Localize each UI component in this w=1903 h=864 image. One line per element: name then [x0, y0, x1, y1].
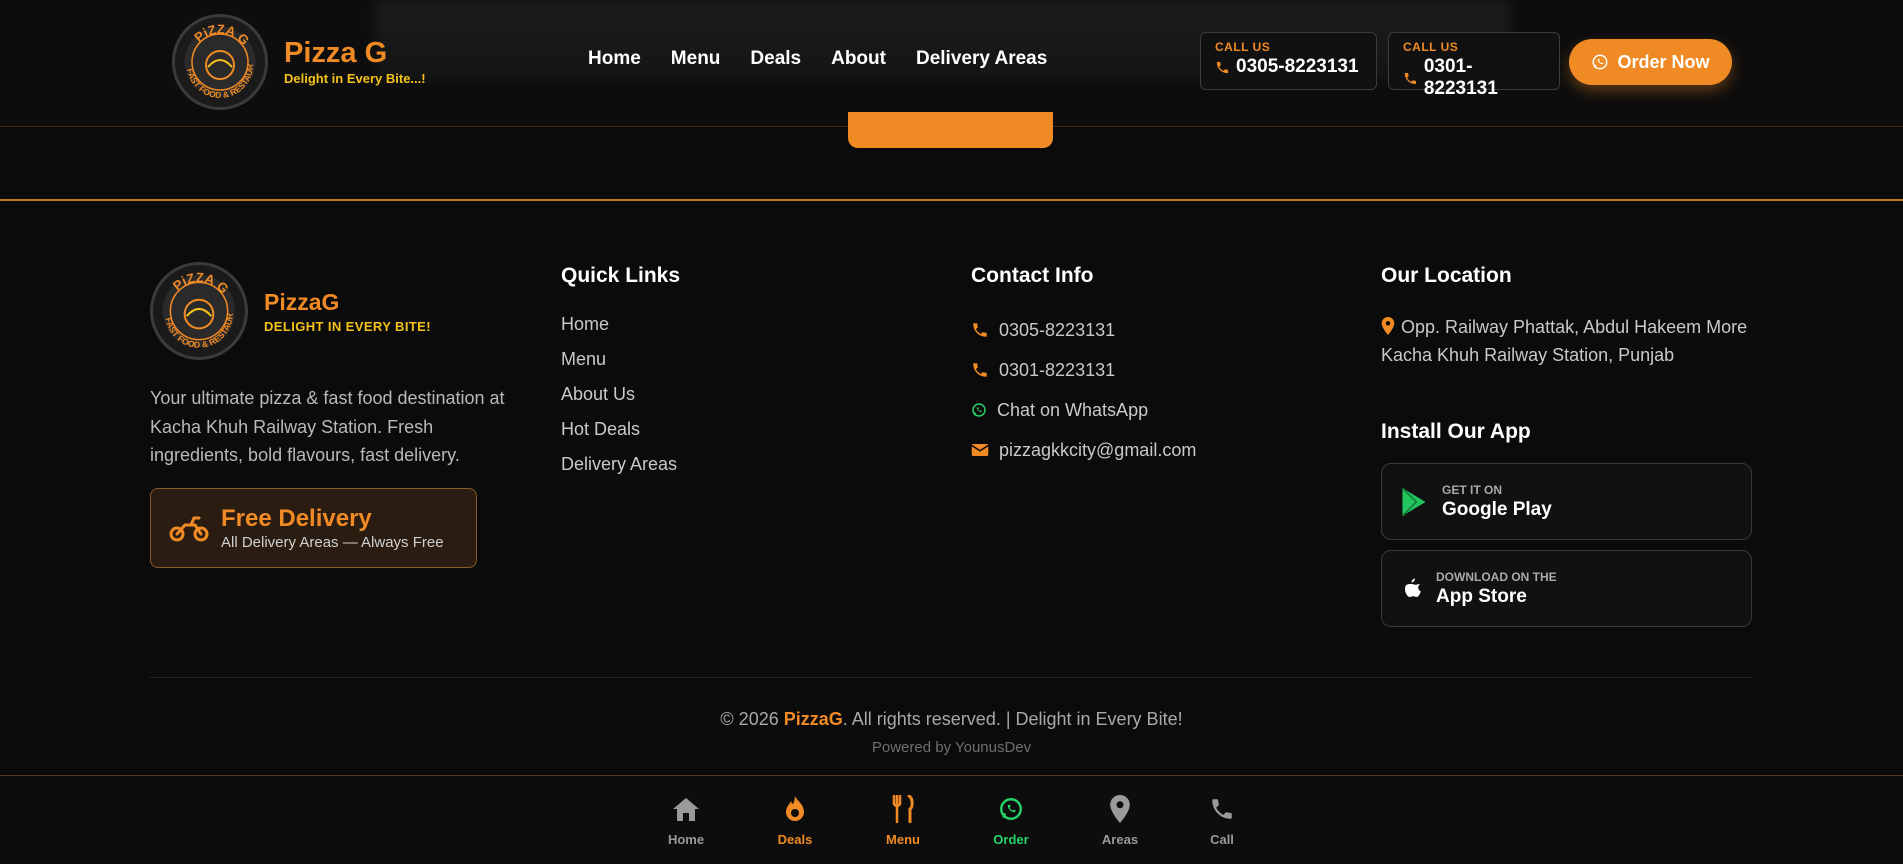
free-delivery-card: Free Delivery All Delivery Areas — Alway… — [150, 488, 477, 568]
copyright-prefix: © 2026 — [720, 709, 784, 729]
map-pin-icon — [1381, 317, 1395, 335]
main-nav: Home Menu Deals About Delivery Areas — [588, 48, 1047, 70]
call-number: 0301-8223131 — [1423, 56, 1498, 99]
brand-tagline: Delight in Every Bite...! — [284, 70, 426, 86]
nav-about[interactable]: About — [831, 48, 886, 70]
phone-icon — [973, 363, 987, 377]
phone-icon — [1404, 72, 1416, 84]
free-delivery-subtitle: All Delivery Areas — Always Free — [221, 534, 444, 551]
whatsapp-icon — [972, 403, 986, 417]
call-number: 0305-8223131 — [1236, 56, 1359, 77]
google-play-icon — [1401, 487, 1426, 516]
contact-phone-1[interactable]: 0305-8223131 — [971, 310, 1196, 350]
motorcycle-icon — [169, 516, 209, 542]
bottom-nav-label: Order — [993, 832, 1029, 847]
svg-text:PiZZA G: PiZZA G — [170, 270, 232, 297]
link-hot-deals[interactable]: Hot Deals — [561, 415, 677, 450]
footer-brand-name: PizzaG — [264, 288, 340, 315]
call-button-1[interactable]: CALL US 0305-8223131 — [1200, 32, 1377, 90]
contact-whatsapp[interactable]: Chat on WhatsApp — [971, 390, 1196, 430]
bottom-nav: Home Deals Menu Order Areas Call — [0, 775, 1903, 864]
copyright: © 2026 PizzaG. All rights reserved. | De… — [0, 709, 1903, 730]
bottom-nav-label: Menu — [886, 832, 920, 847]
brand-name: Pizza G — [284, 37, 388, 70]
footer-top-border — [0, 199, 1903, 201]
copyright-brand: PizzaG — [783, 709, 843, 729]
bottom-nav-home[interactable]: Home — [646, 794, 726, 847]
home-icon — [673, 798, 699, 821]
footer-logo: FAST FOOD & RESTAURANT PiZZA G — [150, 262, 248, 360]
app-store-big: App Store — [1436, 585, 1527, 607]
bottom-nav-order[interactable]: Order — [971, 794, 1051, 847]
bottom-nav-call[interactable]: Call — [1182, 794, 1262, 847]
apple-icon — [1405, 578, 1421, 597]
free-delivery-title: Free Delivery — [221, 505, 372, 532]
contact-phone-2[interactable]: 0301-8223131 — [971, 350, 1196, 390]
logo-graphic: FAST FOOD & RESTAURANT PiZZA G — [153, 265, 235, 350]
powered-by[interactable]: Powered by YounusDev — [0, 739, 1903, 756]
contact-list: 0305-8223131 0301-8223131 Chat on WhatsA… — [971, 310, 1196, 470]
logo-top-text: PiZZA G — [191, 22, 252, 48]
phone-icon — [1212, 799, 1232, 819]
google-play-button[interactable]: GET IT ON Google Play — [1381, 463, 1752, 540]
logo-graphic: FAST FOOD & RESTAURANT PiZZA G — [175, 17, 255, 100]
call-label: CALL US — [1215, 40, 1271, 54]
app-store-small: DOWNLOAD ON THE — [1436, 569, 1557, 584]
phone-icon — [1216, 61, 1229, 73]
fire-icon — [786, 796, 804, 821]
our-location-title: Our Location — [1381, 264, 1512, 287]
bottom-nav-label: Areas — [1101, 832, 1139, 847]
location-address: Opp. Railway Phattak, Abdul Hakeem More … — [1381, 313, 1761, 369]
header-brand[interactable]: FAST FOOD & RESTAURANT PiZZA G Pizza G D… — [172, 14, 426, 110]
bottom-nav-label: Home — [667, 832, 705, 847]
link-about-us[interactable]: About Us — [561, 380, 677, 415]
site-header: FAST FOOD & RESTAURANT PiZZA G Pizza G D… — [0, 0, 1903, 127]
nav-delivery-areas[interactable]: Delivery Areas — [916, 48, 1047, 70]
contact-phone-2-text: 0301-8223131 — [999, 359, 1116, 380]
footer-brand: FAST FOOD & RESTAURANT PiZZA G PizzaG DE… — [150, 262, 431, 360]
bottom-nav-areas[interactable]: Areas — [1080, 794, 1160, 847]
contact-phone-1-text: 0305-8223131 — [999, 319, 1116, 340]
bottom-nav-label: Call — [1210, 832, 1234, 847]
call-button-2[interactable]: CALL US 0301-8223131 — [1388, 32, 1560, 99]
contact-whatsapp-text: Chat on WhatsApp — [997, 399, 1149, 420]
link-home[interactable]: Home — [561, 310, 677, 345]
utensils-icon — [892, 795, 914, 823]
whatsapp-icon — [1000, 798, 1022, 820]
map-pin-icon — [1110, 795, 1130, 823]
about-text: Your ultimate pizza & fast food destinat… — [150, 388, 505, 465]
contact-email-text: pizzagkkcity@gmail.com — [999, 439, 1197, 460]
nav-menu[interactable]: Menu — [671, 48, 721, 70]
whatsapp-icon — [1592, 54, 1608, 70]
install-app-title: Install Our App — [1381, 420, 1531, 443]
google-play-small: GET IT ON — [1442, 482, 1502, 497]
footer-brand-tagline: DELIGHT IN EVERY BITE! — [264, 318, 431, 334]
location-line-2: Kacha Khuh Railway Station, Punjab — [1381, 345, 1675, 365]
nav-deals[interactable]: Deals — [750, 48, 801, 70]
contact-info-title: Contact Info — [971, 264, 1094, 287]
hidden-section-button[interactable] — [848, 112, 1053, 148]
location-line-1: Opp. Railway Phattak, Abdul Hakeem More — [1401, 317, 1748, 337]
quick-links: Home Menu About Us Hot Deals Delivery Ar… — [561, 310, 677, 485]
footer-divider — [150, 677, 1753, 678]
logo-top-text: PiZZA G — [170, 270, 232, 297]
envelope-icon — [971, 444, 989, 456]
copyright-suffix: . All rights reserved. | Delight in Ever… — [842, 709, 1183, 729]
link-delivery-areas[interactable]: Delivery Areas — [561, 450, 677, 485]
svg-text:PiZZA G: PiZZA G — [191, 22, 252, 48]
logo: FAST FOOD & RESTAURANT PiZZA G — [172, 14, 268, 110]
order-now-button[interactable]: Order Now — [1569, 39, 1732, 85]
link-menu[interactable]: Menu — [561, 345, 677, 380]
bottom-nav-label: Deals — [777, 832, 813, 847]
bottom-nav-deals[interactable]: Deals — [755, 794, 835, 847]
phone-icon — [973, 323, 987, 337]
order-now-label: Order Now — [1617, 51, 1710, 72]
app-store-button[interactable]: DOWNLOAD ON THE App Store — [1381, 550, 1752, 627]
contact-email[interactable]: pizzagkkcity@gmail.com — [971, 430, 1196, 470]
quick-links-title: Quick Links — [561, 264, 681, 287]
bottom-nav-menu[interactable]: Menu — [863, 794, 943, 847]
call-label: CALL US — [1403, 40, 1459, 54]
google-play-big: Google Play — [1442, 498, 1552, 520]
nav-home[interactable]: Home — [588, 48, 641, 70]
